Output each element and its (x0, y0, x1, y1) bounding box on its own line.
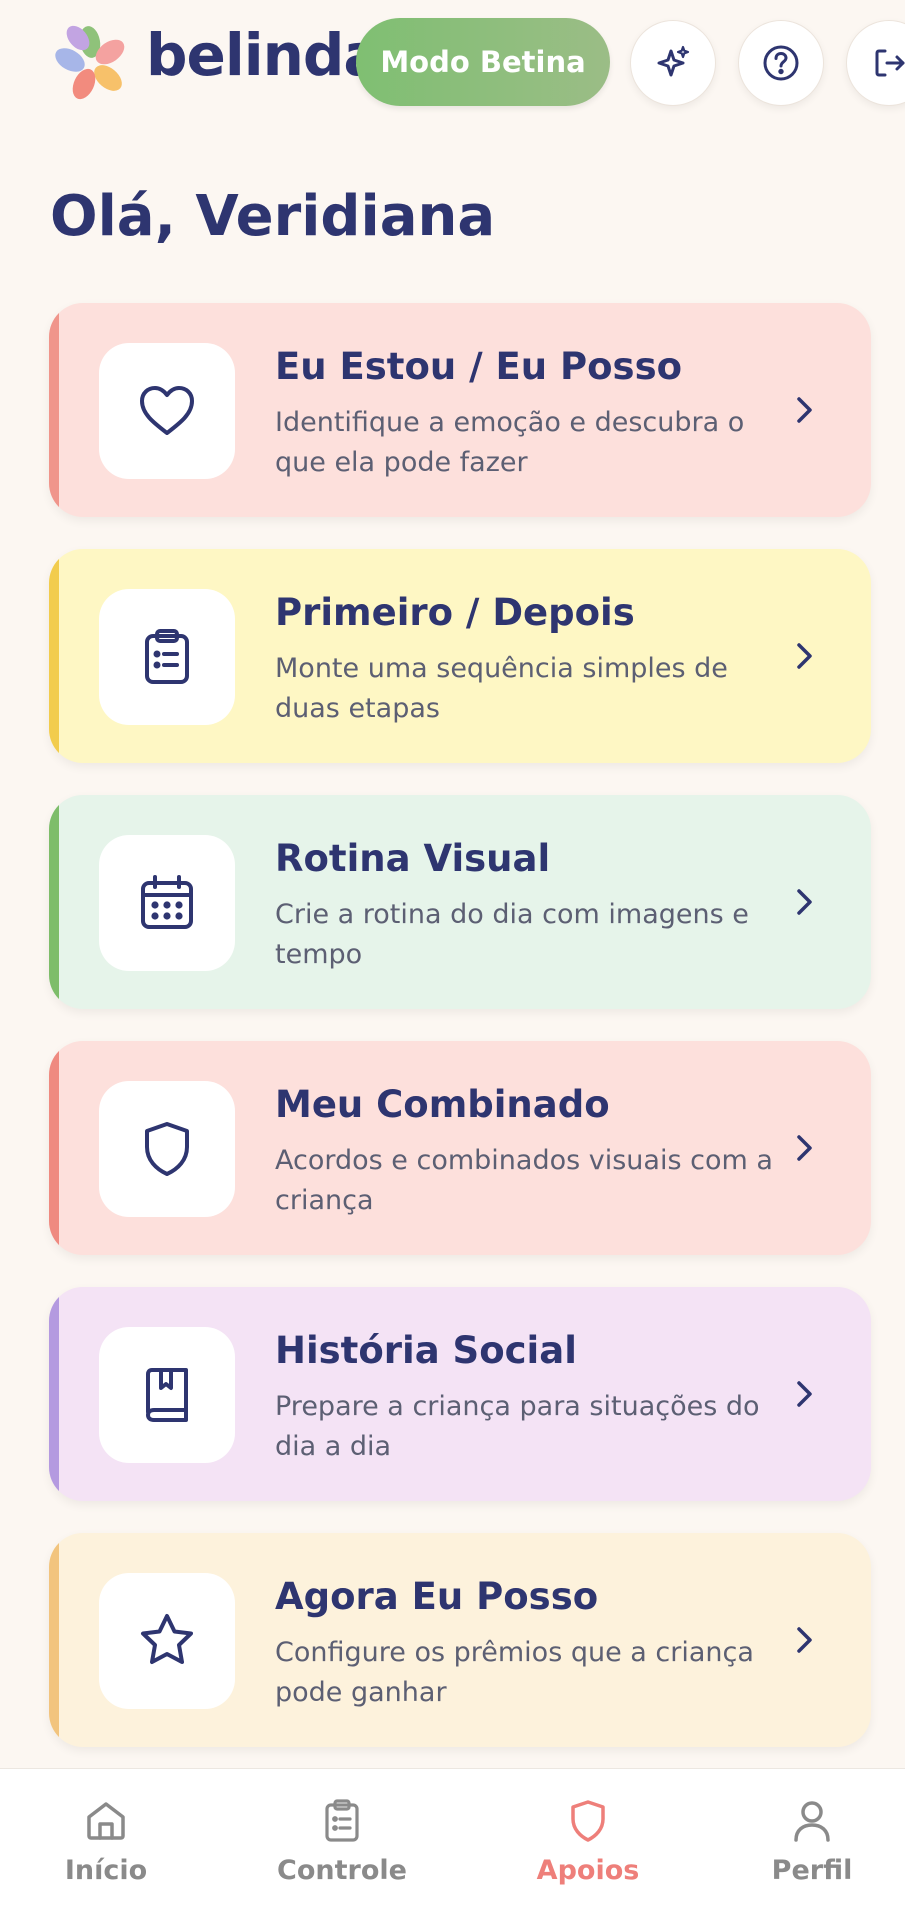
user-icon (794, 1801, 830, 1842)
logout-button[interactable] (846, 20, 905, 106)
card-description: Acordos e combinados visuais com a crian… (275, 1145, 773, 1216)
card-title: Eu Estou / Eu Posso (275, 345, 683, 388)
card-icon-box (99, 835, 235, 971)
card-accent-bar (49, 1041, 59, 1255)
star-icon (141, 1614, 193, 1664)
card-title: Agora Eu Posso (275, 1575, 599, 1618)
card-icon-box (99, 589, 235, 725)
chevron-right-icon (797, 1627, 812, 1653)
card-icon-box (99, 343, 235, 479)
card-meu-combinado[interactable]: Meu Combinado Acordos e combinados visua… (49, 1041, 871, 1255)
card-description: Identifique a emoção e descubra o que el… (275, 407, 745, 478)
card-agora-eu-posso[interactable]: Agora Eu Posso Configure os prêmios que … (49, 1533, 871, 1747)
logout-icon (875, 49, 905, 77)
clipboard-icon (145, 629, 189, 684)
card-description: Crie a rotina do dia com imagens e tempo (275, 899, 749, 970)
card-icon-box (99, 1081, 235, 1217)
card-accent-bar (49, 795, 59, 1009)
sparkle-icon (657, 45, 690, 77)
card-historia-social[interactable]: História Social Prepare a criança para s… (49, 1287, 871, 1501)
card-eu-estou-eu-posso[interactable]: Eu Estou / Eu Posso Identifique a emoção… (49, 303, 871, 517)
card-accent-bar (49, 303, 59, 517)
card-icon-box (99, 1327, 235, 1463)
app-header: belinda Modo Betina (0, 18, 905, 106)
nav-item-controle[interactable]: Controle (242, 1797, 442, 1886)
card-accent-bar (49, 549, 59, 763)
nav-label: Apoios (536, 1855, 640, 1886)
help-button[interactable] (738, 20, 824, 106)
chevron-right-icon (797, 1135, 812, 1161)
greeting-title: Olá, Veridiana (50, 184, 496, 249)
chevron-right-icon (797, 643, 812, 669)
card-title: Meu Combinado (275, 1083, 610, 1126)
nav-item-apoios[interactable]: Apoios (488, 1797, 688, 1886)
shield-icon (145, 1122, 189, 1176)
card-accent-bar (49, 1287, 59, 1501)
brand-name: belinda (146, 21, 383, 89)
card-icon-box (99, 1573, 235, 1709)
support-cards-list: Eu Estou / Eu Posso Identifique a emoção… (49, 303, 871, 1779)
calendar-icon (141, 875, 193, 929)
home-icon (87, 1802, 125, 1840)
card-title: Primeiro / Depois (275, 591, 635, 634)
shield-icon (571, 1800, 605, 1842)
belinda-logo-icon (55, 25, 125, 100)
heart-icon (140, 386, 194, 435)
card-description: Prepare a criança para situações do dia … (275, 1391, 760, 1462)
card-title: Rotina Visual (275, 837, 551, 880)
nav-label: Perfil (771, 1855, 853, 1886)
card-title: História Social (275, 1329, 577, 1372)
help-icon (763, 45, 799, 81)
card-description: Monte uma sequência simples de duas etap… (275, 653, 728, 724)
book-icon (146, 1368, 188, 1422)
nav-label: Início (64, 1855, 148, 1886)
card-accent-bar (49, 1533, 59, 1747)
clipboard-icon (325, 1799, 359, 1842)
bottom-navigation: Início Controle Apoios Perfil (0, 1768, 905, 1921)
nav-label: Controle (277, 1855, 407, 1886)
card-primeiro-depois[interactable]: Primeiro / Depois Monte uma sequência si… (49, 549, 871, 763)
nav-item-perfil[interactable]: Perfil (712, 1797, 905, 1886)
chevron-right-icon (797, 397, 812, 423)
chevron-right-icon (797, 1381, 812, 1407)
nav-item-inicio[interactable]: Início (6, 1797, 206, 1886)
card-rotina-visual[interactable]: Rotina Visual Crie a rotina do dia com i… (49, 795, 871, 1009)
card-description: Configure os prêmios que a criança pode … (275, 1637, 754, 1708)
chevron-right-icon (797, 889, 812, 915)
sparkle-button[interactable] (630, 20, 716, 106)
mode-betina-button[interactable]: Modo Betina (356, 18, 610, 106)
